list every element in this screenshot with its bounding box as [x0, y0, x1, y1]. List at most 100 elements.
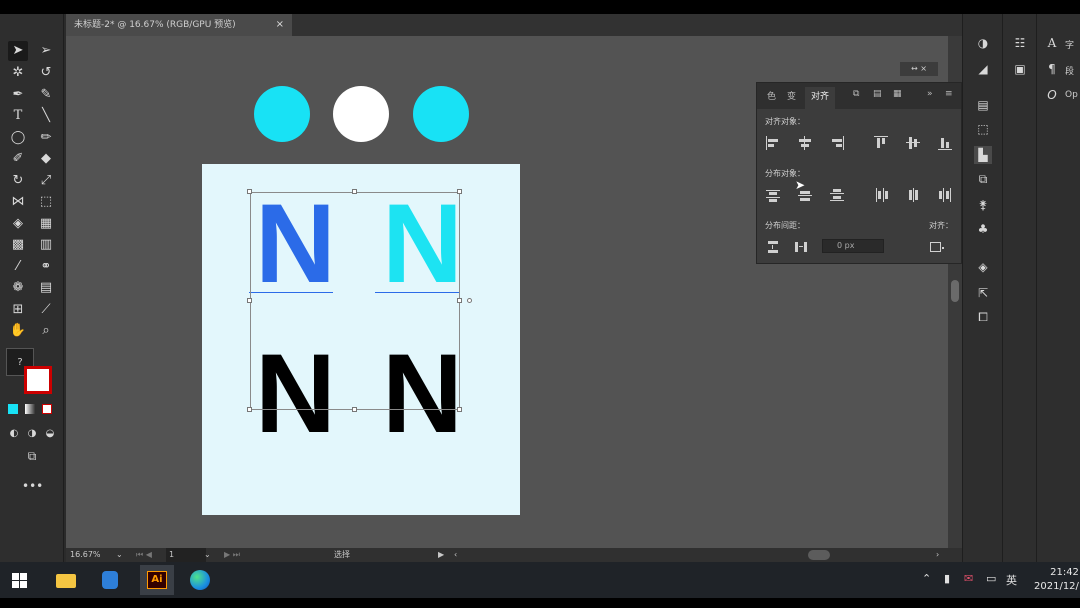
document-tab[interactable]: 未标题-2* @ 16.67% (RGB/GPU 预览) × [66, 14, 292, 36]
width-tool-icon[interactable]: ⋈ [8, 192, 28, 212]
blend-tool-icon[interactable]: ⚭ [36, 257, 56, 277]
horizontal-scroll-thumb[interactable] [808, 550, 830, 560]
character-panel-icon[interactable]: A [1043, 34, 1061, 52]
zoom-tool-icon[interactable]: ⌕ [36, 321, 56, 341]
type-tool-icon[interactable]: T [8, 106, 28, 126]
vertical-align-top-icon[interactable] [874, 136, 888, 150]
input-method-indicator[interactable]: 英 [1006, 572, 1017, 588]
bbox-handle[interactable] [457, 298, 462, 303]
more-tools-icon[interactable]: ••• [22, 476, 43, 496]
app-icon[interactable] [98, 568, 122, 592]
illustrator-icon[interactable]: Ai [140, 565, 174, 595]
artboard-dropdown-icon[interactable]: ⌄ [204, 548, 211, 562]
zoom-level[interactable]: 16.67% [70, 548, 101, 562]
horizontal-distribute-right-icon[interactable] [938, 188, 952, 202]
system-clock[interactable]: 21:42 2021/12/ [1034, 566, 1079, 594]
line-tool-icon[interactable]: ╲ [36, 106, 56, 126]
spacing-value-field[interactable]: 0 px [822, 239, 884, 253]
brushes-icon[interactable]: ⚵ [974, 196, 992, 214]
lasso-tool-icon[interactable]: ↺ [36, 63, 56, 83]
export-icon[interactable]: ⇱ [974, 284, 992, 302]
microphone-icon[interactable]: ▮ [944, 572, 950, 585]
align-panel-icon[interactable]: ▙ [974, 146, 992, 164]
vertical-align-bottom-icon[interactable] [938, 136, 952, 150]
align-to-dropdown-icon[interactable] [930, 240, 944, 254]
properties-icon[interactable]: ☷ [1011, 34, 1029, 52]
tab-align[interactable]: 对齐 [805, 87, 836, 109]
tab-artboards-icon[interactable]: ▦ [893, 89, 902, 99]
circle-swatch-cyan-right[interactable] [413, 86, 469, 142]
symbol-sprayer-tool-icon[interactable]: ❁ [8, 278, 28, 298]
layers-icon[interactable]: ◈ [974, 258, 992, 276]
column-graph-tool-icon[interactable]: ▤ [36, 278, 56, 298]
screen-mode-icon[interactable]: ⧉ [22, 446, 42, 466]
tab-color[interactable]: 色 [767, 89, 776, 102]
character-label[interactable]: 字 [1065, 38, 1074, 51]
artboard-number-field[interactable]: 1 [166, 548, 206, 562]
rotate-tool-icon[interactable]: ↻ [8, 171, 28, 191]
scale-tool-icon[interactable]: ⤢ [36, 171, 56, 191]
stroke-swatch-icon[interactable] [24, 366, 52, 394]
none-mode-icon[interactable] [42, 404, 52, 414]
direct-selection-tool-icon[interactable]: ➢ [36, 41, 56, 61]
edge-icon[interactable] [188, 568, 212, 592]
rotate-handle[interactable] [467, 298, 472, 303]
draw-normal-icon[interactable]: ◐ [4, 424, 24, 444]
tab-transform[interactable]: 变 [787, 89, 796, 102]
mesh-tool-icon[interactable]: ▩ [8, 235, 28, 255]
selection-bounding-box[interactable] [250, 192, 460, 410]
paragraph-label[interactable]: 段 [1065, 64, 1074, 77]
horizontal-distribute-space-icon[interactable] [794, 240, 808, 254]
artboard-tool-icon[interactable]: ⊞ [8, 300, 28, 320]
ellipse-tool-icon[interactable]: ◯ [8, 128, 28, 148]
opentype-panel-icon[interactable]: O [1043, 86, 1061, 104]
vertical-distribute-bottom-icon[interactable] [830, 188, 844, 202]
color-guide-icon[interactable]: ◑ [974, 34, 992, 52]
horizontal-align-right-icon[interactable] [830, 136, 844, 150]
network-icon[interactable]: ✉ [964, 572, 973, 585]
libraries-icon[interactable]: ▣ [1011, 60, 1029, 78]
bbox-handle[interactable] [457, 189, 462, 194]
bbox-handle[interactable] [352, 189, 357, 194]
horizontal-align-left-icon[interactable] [766, 136, 780, 150]
panel-header-controls[interactable]: ↔ × [900, 62, 938, 76]
perspective-grid-tool-icon[interactable]: ▦ [36, 214, 56, 234]
vertical-distribute-space-icon[interactable] [766, 240, 780, 254]
paintbrush-tool-icon[interactable]: ✏ [36, 128, 56, 148]
color-mode-icon[interactable] [8, 404, 18, 414]
bbox-handle[interactable] [457, 407, 462, 412]
bbox-handle[interactable] [247, 189, 252, 194]
swatches-icon[interactable]: ▤ [974, 96, 992, 114]
gradient-panel-icon[interactable]: ◢ [974, 60, 992, 78]
shaper-tool-icon[interactable]: ✐ [8, 149, 28, 169]
file-explorer-icon[interactable] [54, 568, 78, 592]
symbols-icon[interactable]: ♣ [974, 220, 992, 238]
paragraph-panel-icon[interactable]: ¶ [1043, 60, 1061, 78]
bbox-handle[interactable] [352, 407, 357, 412]
free-transform-tool-icon[interactable]: ⬚ [36, 192, 56, 212]
pen-tool-icon[interactable]: ✒ [8, 85, 28, 105]
hand-tool-icon[interactable]: ✋ [8, 321, 28, 341]
circle-swatch-white[interactable] [333, 86, 389, 142]
start-icon[interactable] [8, 568, 32, 592]
transform-panel-icon[interactable]: ⬚ [974, 120, 992, 138]
tab-layers-icon[interactable]: ▤ [873, 89, 882, 99]
tray-expand-icon[interactable]: ⌃ [922, 572, 931, 585]
opentype-label[interactable]: Op [1065, 90, 1078, 100]
horizontal-distribute-left-icon[interactable] [874, 188, 888, 202]
vertical-align-center-icon[interactable] [906, 136, 920, 150]
magic-wand-tool-icon[interactable]: ✲ [8, 63, 28, 83]
zoom-dropdown-icon[interactable]: ⌄ [116, 548, 123, 562]
draw-inside-icon[interactable]: ◒ [40, 424, 60, 444]
horizontal-align-center-icon[interactable] [798, 136, 812, 150]
eyedropper-tool-icon[interactable]: ⁄ [8, 257, 28, 277]
first-artboard-icon[interactable]: ⏮ ◀ [136, 548, 152, 562]
tab-pathfinder-icon[interactable]: ⧉ [853, 89, 859, 99]
draw-behind-icon[interactable]: ◑ [22, 424, 42, 444]
curvature-tool-icon[interactable]: ✎ [36, 85, 56, 105]
selection-tool-icon[interactable]: ➤ [8, 41, 28, 61]
next-artboard-icon[interactable]: ▶ ⏭ [224, 548, 240, 562]
circle-swatch-cyan-left[interactable] [254, 86, 310, 142]
battery-icon[interactable]: ▭ [986, 572, 996, 585]
vertical-distribute-top-icon[interactable] [766, 188, 780, 202]
